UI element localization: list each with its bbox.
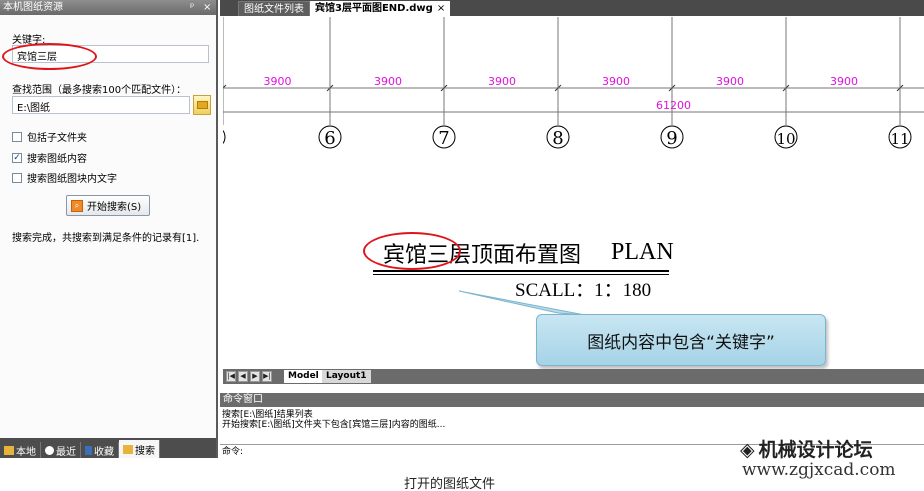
highlight-ellipse xyxy=(363,232,461,270)
tab-favorites[interactable]: 收藏 xyxy=(81,442,119,458)
highlight-ellipse xyxy=(2,43,97,70)
tab-label: 最近 xyxy=(56,446,76,458)
command-line: 开始搜索[E:\图纸]文件夹下包含[宾馆三层]内容的图纸... xyxy=(222,420,446,430)
axis-label: 8 xyxy=(552,128,563,149)
axis-label: 11 xyxy=(890,130,909,148)
book-icon xyxy=(85,445,92,455)
command-line: 搜索[E:\图纸]结果列表 xyxy=(222,410,313,420)
first-layout-button[interactable]: |◀ xyxy=(226,371,236,382)
dimension-label: 3900 xyxy=(374,75,402,88)
checkbox-checked[interactable]: ✓ xyxy=(12,152,22,163)
local-drawings-panel: 本机图纸资源 ᵖ × 关键字: 宾馆三层 查找范围（最多搜索100个匹配文件）：… xyxy=(0,0,218,458)
last-layout-button[interactable]: ▶| xyxy=(262,371,272,382)
prev-layout-button[interactable]: ◀ xyxy=(238,371,248,382)
dimension-label: 3900 xyxy=(830,75,858,88)
pin-icon[interactable]: ᵖ xyxy=(190,0,194,15)
scope-input[interactable]: E:\图纸 xyxy=(12,96,190,114)
diamond-logo-icon: ◈ xyxy=(740,439,755,461)
clock-icon xyxy=(45,445,54,455)
folder-icon xyxy=(4,445,14,455)
tab-label: 收藏 xyxy=(94,446,114,458)
total-dimension-label: 61200 xyxy=(656,99,691,112)
dimension-label: 3900 xyxy=(716,75,744,88)
watermark-name: 机械设计论坛 xyxy=(758,439,873,461)
search-icon: ⌕ xyxy=(71,199,83,212)
axis-label: 6 xyxy=(324,128,335,149)
document-tab-strip: 图纸文件列表 宾馆3层平面图END.dwg × xyxy=(220,0,924,16)
option-search-block-text[interactable]: 搜索图纸图块内文字 xyxy=(12,170,117,185)
option-label: 搜索图纸图块内文字 xyxy=(27,174,117,185)
scope-label: 查找范围（最多搜索100个匹配文件）： xyxy=(12,85,187,96)
figure-caption: 打开的图纸文件 xyxy=(404,477,496,491)
tab-recent[interactable]: 最近 xyxy=(41,442,81,458)
tab-model[interactable]: Model xyxy=(284,370,323,383)
command-window-title: 命令窗口 xyxy=(220,393,924,407)
tab-local[interactable]: 本地 xyxy=(0,442,41,458)
option-label: 包括子文件夹 xyxy=(27,133,87,144)
tab-search[interactable]: 搜索 xyxy=(119,440,160,458)
axis-label: 7 xyxy=(438,128,449,149)
watermark-url: www.zgjxcad.com xyxy=(742,460,896,480)
checkbox[interactable] xyxy=(12,131,22,142)
tab-layout1[interactable]: Layout1 xyxy=(322,370,371,383)
watermark-title: ◈ 机械设计论坛 xyxy=(740,435,873,462)
dimension-label: 3900 xyxy=(602,75,630,88)
start-search-button[interactable]: ⌕ 开始搜索(S) xyxy=(66,195,150,216)
panel-title-bar: 本机图纸资源 ᵖ × xyxy=(0,0,216,15)
command-prompt: 命令: xyxy=(222,447,244,457)
folder-icon xyxy=(196,101,208,109)
left-panel-tabs: 本地 最近 收藏 搜索 xyxy=(0,438,216,458)
tab-drawing-list[interactable]: 图纸文件列表 xyxy=(238,1,310,16)
axis-label: 10 xyxy=(776,130,795,148)
option-label: 搜索图纸内容 xyxy=(27,154,87,165)
drawing-title-en: PLAN xyxy=(611,239,674,265)
layout-tab-bar: |◀ ◀ ▶ ▶| Model Layout1 xyxy=(223,369,924,384)
folder-search-icon xyxy=(123,444,133,454)
tab-label: 搜索 xyxy=(135,445,155,457)
dimension-label: 3900 xyxy=(264,75,292,88)
panel-title: 本机图纸资源 xyxy=(3,2,63,13)
drawing-scale: SCALL：1：180 xyxy=(515,280,652,301)
tab-label: 宾馆3层平面图END.dwg xyxy=(315,3,433,14)
browse-folder-button[interactable] xyxy=(193,95,211,115)
tab-active-drawing[interactable]: 宾馆3层平面图END.dwg × xyxy=(310,1,451,16)
option-include-subfolders[interactable]: 包括子文件夹 xyxy=(12,129,87,144)
callout-box: 图纸内容中包含“关键字” xyxy=(536,314,826,366)
title-underline xyxy=(373,270,669,272)
next-layout-button[interactable]: ▶ xyxy=(250,371,260,382)
search-button-label: 开始搜索(S) xyxy=(87,202,142,213)
axis-label: 9 xyxy=(666,128,677,149)
tab-label: 本地 xyxy=(16,446,36,458)
dimension-label: 3900 xyxy=(488,75,516,88)
checkbox[interactable] xyxy=(12,172,22,183)
drawing-canvas[interactable]: 3900 3900 3900 3900 3900 3900 61200 6 7 8 9 10 11 宾… xyxy=(223,17,924,369)
close-icon[interactable]: × xyxy=(203,0,211,15)
close-icon[interactable]: × xyxy=(437,3,445,14)
option-search-content[interactable]: ✓ 搜索图纸内容 xyxy=(12,150,87,165)
search-result-text: 搜索完成，共搜索到满足条件的记录有[1]. xyxy=(12,233,200,244)
